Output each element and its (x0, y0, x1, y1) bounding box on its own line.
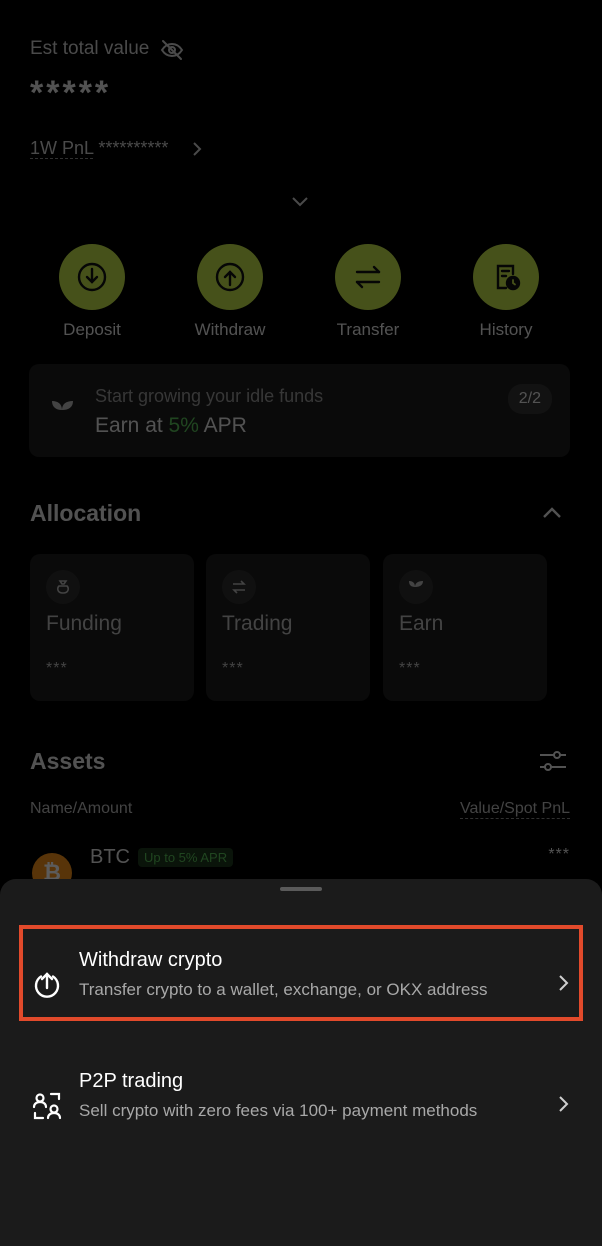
deposit-icon (77, 262, 107, 292)
card-value: *** (222, 660, 244, 677)
pnl-value: ********** (98, 138, 169, 158)
deposit-label: Deposit (63, 320, 121, 339)
allocation-card-trading[interactable]: Trading *** (206, 554, 370, 701)
promo-line1: Start growing your idle funds (95, 386, 324, 406)
history-icon (496, 264, 521, 291)
option-title: P2P trading (79, 1070, 184, 1092)
filter-sliders-icon[interactable] (538, 746, 568, 776)
promo-suffix: APR (198, 414, 247, 437)
card-value: *** (46, 660, 68, 677)
highlight-box (19, 925, 583, 1021)
withdraw-icon (215, 262, 245, 292)
card-name: Trading (222, 612, 293, 635)
pnl-label: 1W PnL (30, 138, 94, 159)
promo-apr: 5% (168, 414, 199, 437)
transfer-label: Transfer (336, 320, 400, 339)
assets-title: Assets (30, 748, 106, 774)
p2p-trading-option[interactable]: P2P trading Sell crypto with zero fees v… (0, 1046, 602, 1142)
chevron-up-icon[interactable] (541, 505, 563, 521)
history-label: History (479, 320, 533, 339)
promo-page-badge: 2/2 (507, 384, 552, 414)
sprout-icon (409, 581, 423, 594)
transfer-icon (355, 265, 381, 289)
card-name: Funding (46, 612, 122, 635)
withdraw-label: Withdraw (194, 320, 266, 339)
card-name: Earn (399, 612, 444, 635)
column-value-pnl[interactable]: Value/Spot PnL (459, 800, 570, 819)
card-value: *** (399, 660, 421, 677)
apr-badge: Up to 5% APR (138, 848, 234, 867)
earn-promo-card[interactable]: Start growing your idle funds Earn at 5%… (29, 364, 570, 457)
chevron-right-icon[interactable] (190, 140, 204, 158)
promo-prefix: Earn at (95, 414, 169, 437)
asset-value: *** (548, 846, 570, 863)
eye-off-icon[interactable] (160, 38, 184, 62)
allocation-card-funding[interactable]: Funding *** (30, 554, 194, 701)
column-name-amount: Name/Amount (30, 800, 133, 817)
chevron-down-icon[interactable] (289, 194, 311, 210)
masked-total-value: ***** (30, 74, 112, 112)
chevron-right-icon (559, 1096, 569, 1112)
transfer-button[interactable]: Transfer (313, 244, 423, 340)
history-button[interactable]: History (451, 244, 561, 340)
allocation-title: Allocation (30, 500, 142, 526)
deposit-button[interactable]: Deposit (37, 244, 147, 340)
promo-line2: Earn at 5% APR (95, 414, 247, 438)
allocation-card-earn[interactable]: Earn *** (383, 554, 547, 701)
withdraw-button[interactable]: Withdraw (175, 244, 285, 340)
sheet-drag-handle[interactable] (280, 887, 322, 891)
sprout-icon (52, 401, 73, 422)
p2p-users-icon (32, 1092, 62, 1120)
est-total-label: Est total value (30, 38, 150, 59)
option-description: Sell crypto with zero fees via 100+ paym… (79, 1101, 478, 1120)
pnl-row[interactable]: 1W PnL ********** (30, 138, 168, 159)
swap-icon (232, 580, 246, 594)
money-bag-icon (57, 580, 69, 594)
asset-name[interactable]: BTC (90, 846, 130, 869)
